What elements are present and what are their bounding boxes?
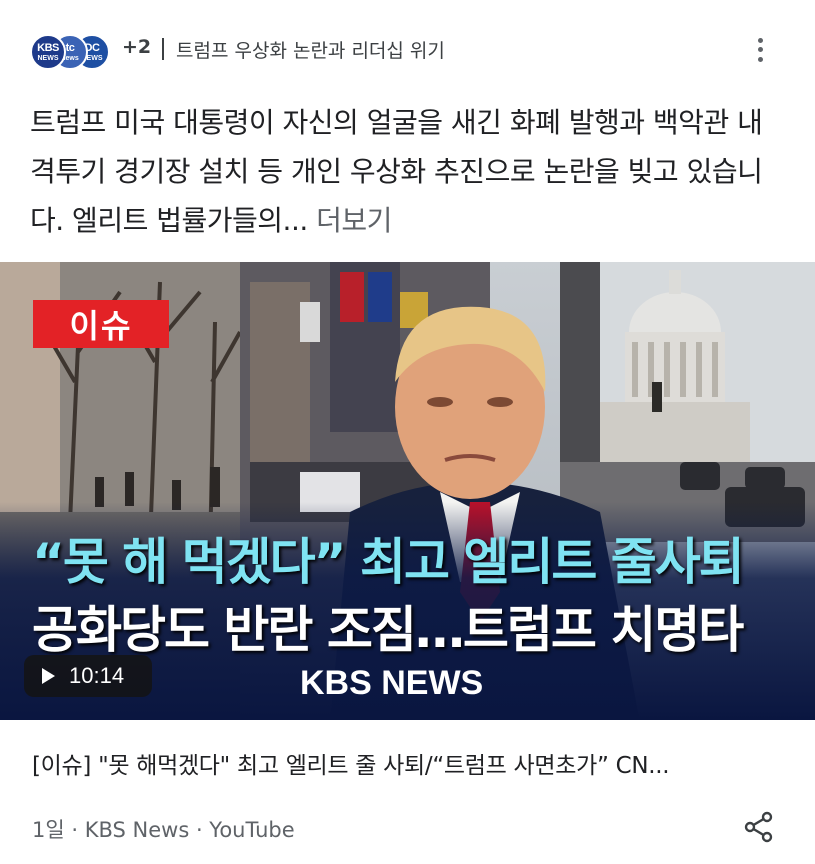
description-text: 트럼프 미국 대통령이 자신의 얼굴을 새긴 화폐 발행과 백악관 내 격투기 … xyxy=(30,106,763,237)
kbs-news-watermark: KBS NEWS xyxy=(300,664,484,702)
kbs-news-logo: KBS NEWS xyxy=(30,34,66,70)
play-icon xyxy=(42,668,55,684)
issue-tag: 이슈 xyxy=(33,300,169,348)
publisher-logos[interactable]: KBS NEWS tc news DC NEWS xyxy=(30,34,110,70)
more-vert-icon[interactable] xyxy=(746,34,774,66)
thumbnail-headline-2: 공화당도 반란 조짐…트럼프 치명타 xyxy=(32,601,744,659)
video-title[interactable]: [이슈] "못 해먹겠다" 최고 엘리트 줄 사퇴/“트럼프 사면초가” CN.… xyxy=(32,746,782,780)
story-description[interactable]: 트럼프 미국 대통령이 자신의 얼굴을 새긴 화폐 발행과 백악관 내 격투기 … xyxy=(30,98,790,245)
share-icon[interactable] xyxy=(742,810,776,844)
video-duration: 10:14 xyxy=(69,663,125,688)
story-header: KBS NEWS tc news DC NEWS +2 트럼프 우상화 논란과 … xyxy=(0,0,815,96)
extra-sources-count: +2 xyxy=(122,36,152,58)
divider xyxy=(162,38,164,60)
story-topic[interactable]: 트럼프 우상화 논란과 리더십 위기 xyxy=(176,36,445,63)
thumbnail-headline-1: “못 해 먹겠다” 최고 엘리트 줄사퇴 xyxy=(32,533,745,591)
video-duration-badge: 10:14 xyxy=(24,655,152,697)
video-meta: 1일 · KBS News · YouTube xyxy=(32,818,295,842)
more-link[interactable]: 더보기 xyxy=(316,204,392,237)
